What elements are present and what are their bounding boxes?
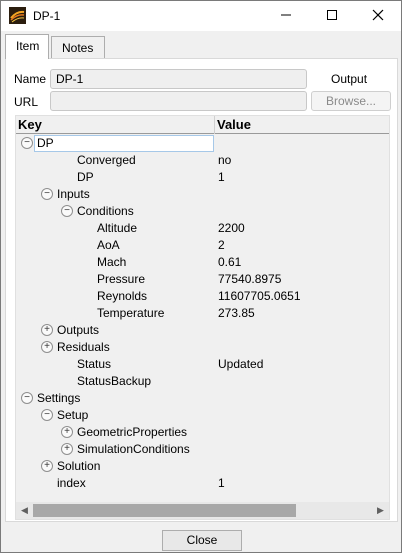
column-divider[interactable]: [214, 116, 215, 134]
tree-row-key: StatusBackup: [77, 374, 152, 388]
value-column-header[interactable]: Value: [217, 117, 251, 132]
collapse-icon[interactable]: −: [61, 205, 73, 217]
tree-row[interactable]: + GeometricProperties: [16, 424, 389, 441]
key-value-tree[interactable]: Key Value − DP Converged no DP 1− Inputs − Condi…: [15, 115, 390, 520]
tree-row[interactable]: − DP: [16, 135, 389, 152]
tree-row[interactable]: Pressure 77540.8975: [16, 271, 389, 288]
tree-row-key: Altitude: [97, 221, 138, 235]
tree-row-value: 1: [218, 170, 225, 184]
tab-notes[interactable]: Notes: [51, 36, 105, 58]
tree-row-value: 0.61: [218, 255, 242, 269]
tree-row[interactable]: Mach 0.61: [16, 254, 389, 271]
tree-row-key: Pressure: [97, 272, 146, 286]
output-label: Output: [331, 72, 368, 86]
maximize-button[interactable]: [309, 1, 355, 31]
browse-button[interactable]: Browse...: [311, 91, 391, 111]
minimize-icon: [280, 9, 292, 24]
tree-row[interactable]: + SimulationConditions: [16, 441, 389, 458]
tree-row-value: no: [218, 153, 232, 167]
scrollbar-thumb[interactable]: [33, 504, 296, 517]
tree-row-key: Setup: [57, 408, 89, 422]
tree-row-value: 2200: [218, 221, 245, 235]
horizontal-scrollbar[interactable]: ◀ ▶: [16, 502, 389, 519]
tree-row[interactable]: DP 1: [16, 169, 389, 186]
tree-row-key: AoA: [97, 238, 120, 252]
app-logo-icon: [9, 7, 26, 24]
tree-row-key: Reynolds: [97, 289, 148, 303]
tree-row-value: 11607705.0651: [218, 289, 301, 303]
close-window-button[interactable]: [355, 1, 401, 31]
tree-row[interactable]: − Inputs: [16, 186, 389, 203]
tree-header: Key Value: [16, 116, 389, 134]
expand-icon[interactable]: +: [61, 443, 73, 455]
tree-row-key: Mach: [97, 255, 127, 269]
expand-icon[interactable]: +: [41, 460, 53, 472]
tree-row-value: 2: [218, 238, 225, 252]
tree-row-value: 273.85: [218, 306, 255, 320]
tree-row-key: Converged: [77, 153, 136, 167]
tree-row[interactable]: Altitude 2200: [16, 220, 389, 237]
tree-row-key: DP: [77, 170, 94, 184]
tree-row[interactable]: Converged no: [16, 152, 389, 169]
close-button[interactable]: Close: [162, 530, 242, 551]
close-icon: [372, 9, 384, 24]
tree-row-value: 1: [218, 476, 225, 490]
expand-icon[interactable]: +: [41, 341, 53, 353]
tree-row-key: index: [57, 476, 86, 490]
item-panel: Name DP-1 Output URL Browse... Key Value…: [5, 58, 398, 522]
dialog-window: DP-1 Item Notes Name DP-1 Output URL Bro…: [0, 0, 402, 553]
url-field[interactable]: [50, 91, 307, 111]
tree-row[interactable]: + Outputs: [16, 322, 389, 339]
tree-row[interactable]: Reynolds 11607705.0651: [16, 288, 389, 305]
tree-row-key: SimulationConditions: [77, 442, 190, 456]
tree-row[interactable]: AoA 2: [16, 237, 389, 254]
tree-row[interactable]: Temperature 273.85: [16, 305, 389, 322]
scroll-right-icon[interactable]: ▶: [372, 502, 389, 519]
collapse-icon[interactable]: −: [41, 188, 53, 200]
collapse-icon[interactable]: −: [21, 137, 33, 149]
tree-row[interactable]: − Settings: [16, 390, 389, 407]
tree-row-key: DP: [37, 136, 54, 150]
window-title: DP-1: [33, 9, 61, 23]
tree-row[interactable]: StatusBackup: [16, 373, 389, 390]
tree-row-key: Inputs: [57, 187, 90, 201]
key-column-header[interactable]: Key: [18, 117, 42, 132]
url-label: URL: [14, 95, 39, 109]
tree-row-key: Conditions: [77, 204, 134, 218]
maximize-icon: [326, 9, 338, 24]
tree-row[interactable]: Status Updated: [16, 356, 389, 373]
collapse-icon[interactable]: −: [21, 392, 33, 404]
minimize-button[interactable]: [263, 1, 309, 31]
tree-row-key: Solution: [57, 459, 101, 473]
tree-row-key: Temperature: [97, 306, 165, 320]
tree-row[interactable]: − Setup: [16, 407, 389, 424]
tree-row-value: Updated: [218, 357, 264, 371]
name-label: Name: [14, 72, 47, 86]
tree-row[interactable]: − Conditions: [16, 203, 389, 220]
title-bar: DP-1: [1, 1, 401, 31]
selection-highlight: [34, 135, 214, 152]
expand-icon[interactable]: +: [41, 324, 53, 336]
tree-row-key: Settings: [37, 391, 81, 405]
tree-row-key: GeometricProperties: [77, 425, 188, 439]
tree-row-value: 77540.8975: [218, 272, 282, 286]
tree-row[interactable]: index 1: [16, 475, 389, 492]
tree-row-key: Status: [77, 357, 112, 371]
collapse-icon[interactable]: −: [41, 409, 53, 421]
scroll-left-icon[interactable]: ◀: [16, 502, 33, 519]
tab-item[interactable]: Item: [5, 34, 49, 59]
tree-row-key: Outputs: [57, 323, 100, 337]
expand-icon[interactable]: +: [61, 426, 73, 438]
tree-row[interactable]: + Solution: [16, 458, 389, 475]
tree-row[interactable]: + Residuals: [16, 339, 389, 356]
tree-row-key: Residuals: [57, 340, 110, 354]
name-field[interactable]: DP-1: [50, 69, 307, 89]
